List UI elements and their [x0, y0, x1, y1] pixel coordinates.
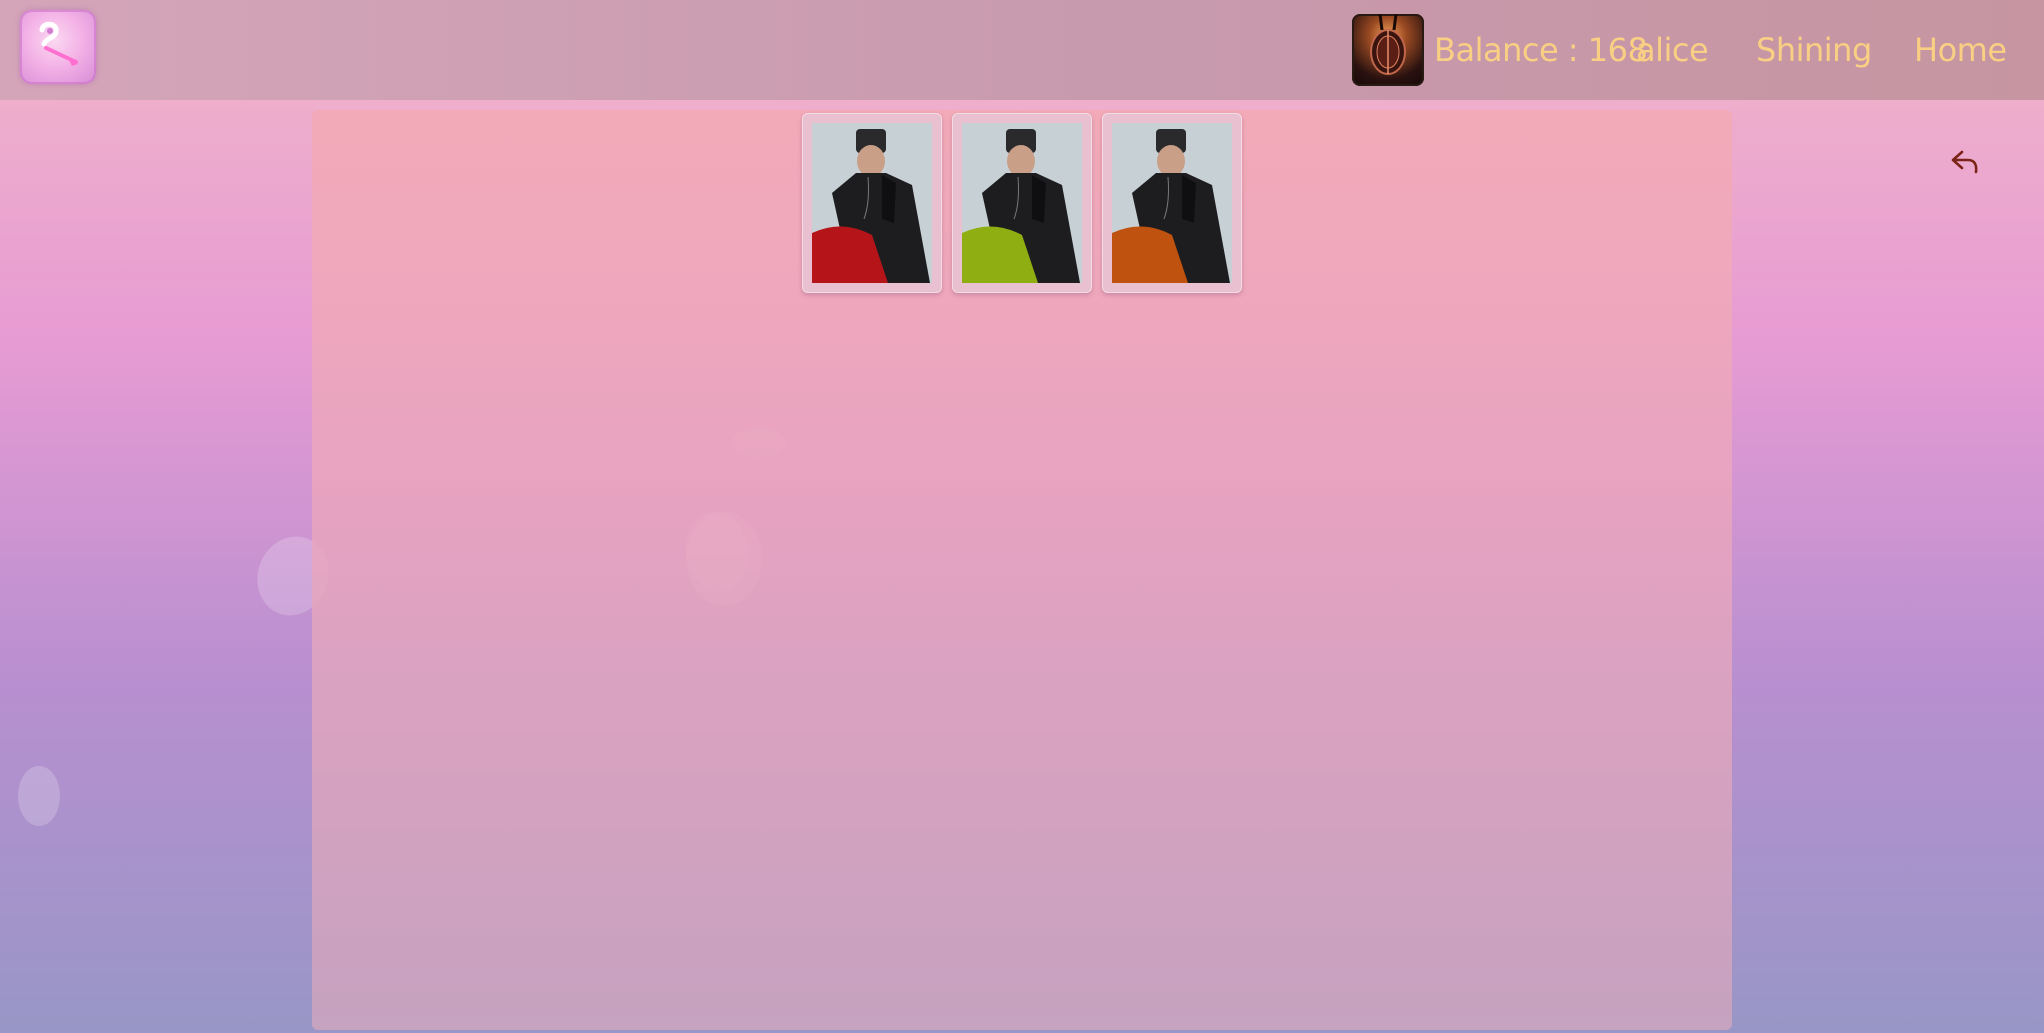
avatar-image: [1370, 14, 1406, 75]
product-card-row: [802, 113, 1242, 293]
brand-logo-icon[interactable]: [20, 10, 96, 84]
brand-logo-glyph: [39, 21, 78, 66]
back-button[interactable]: [1950, 148, 1980, 176]
nav-shining-link[interactable]: Shining: [1756, 29, 1872, 71]
reply-arrow-icon: [1951, 150, 1978, 174]
top-navigation-bar: Balance : 168 alice Shining Home: [0, 0, 2044, 100]
product-card[interactable]: [802, 113, 942, 293]
product-photo: [962, 123, 1082, 283]
product-card[interactable]: [1102, 113, 1242, 293]
balance-display: Balance : 168: [1434, 31, 1648, 69]
background-bubble: [18, 766, 60, 826]
user-avatar[interactable]: [1352, 14, 1424, 86]
username-link[interactable]: alice: [1636, 29, 1709, 71]
product-photo: [1112, 123, 1232, 283]
product-card[interactable]: [952, 113, 1092, 293]
product-photo: [812, 123, 932, 283]
nav-home-link[interactable]: Home: [1914, 29, 2007, 71]
